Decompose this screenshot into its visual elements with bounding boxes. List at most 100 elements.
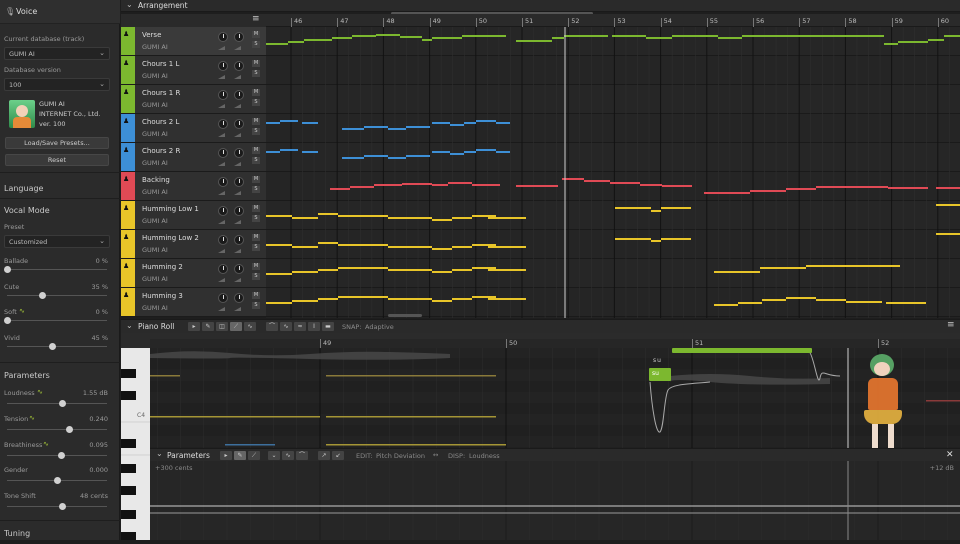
collapse-chevron-icon[interactable]: ⌄: [156, 449, 163, 458]
solo-button[interactable]: S: [252, 70, 260, 77]
pan-knob[interactable]: [234, 32, 244, 42]
line-tool-icon[interactable]: ⟋: [230, 322, 242, 331]
note-block[interactable]: su: [649, 368, 671, 381]
version-select[interactable]: 100 ⌄: [4, 78, 110, 91]
parameter-slider[interactable]: [7, 477, 107, 485]
volume-knob[interactable]: [218, 177, 228, 187]
vocal-mode-slider[interactable]: [7, 342, 107, 350]
note-view-icon[interactable]: ▬: [322, 322, 334, 331]
eraser-tool-icon[interactable]: ◫: [216, 322, 228, 331]
pitch-line-icon[interactable]: ⌒: [266, 322, 278, 331]
mute-button[interactable]: M: [252, 205, 260, 212]
solo-button[interactable]: S: [252, 157, 260, 164]
track-row[interactable]: ♟ Chours 2 L GUMI AI M S: [121, 114, 266, 143]
vocal-mode-slider[interactable]: [4, 317, 107, 324]
track-scrollbar[interactable]: [388, 314, 422, 317]
arrangement-grid[interactable]: [266, 27, 960, 318]
track-row[interactable]: ♟ Humming Low 1 GUMI AI M S: [121, 201, 266, 230]
mute-button[interactable]: M: [252, 147, 260, 154]
edit-value[interactable]: Pitch Deviation: [376, 452, 425, 460]
pan-knob[interactable]: [234, 293, 244, 303]
track-row[interactable]: ♟ Verse GUMI AI M S: [121, 27, 266, 56]
tuning-section[interactable]: Tuning: [4, 529, 30, 538]
track-row[interactable]: ♟ Humming 3 GUMI AI M S: [121, 288, 266, 317]
smooth-icon[interactable]: ⌄: [268, 451, 280, 460]
disp-value[interactable]: Loudness: [469, 452, 500, 460]
vocal-mode-section[interactable]: Vocal Mode: [4, 206, 50, 215]
volume-knob[interactable]: [218, 293, 228, 303]
mute-button[interactable]: M: [252, 31, 260, 38]
volume-knob[interactable]: [218, 32, 228, 42]
snap-value[interactable]: Adaptive: [365, 323, 394, 331]
collapse-chevron-icon[interactable]: ⌄: [126, 321, 133, 330]
db-select[interactable]: GUMI AI ⌄: [4, 47, 110, 60]
track-row[interactable]: ♟ Humming Low 2 GUMI AI M S: [121, 230, 266, 259]
solo-button[interactable]: S: [252, 215, 260, 222]
menu-icon[interactable]: ≡: [947, 320, 955, 330]
parameter-slider[interactable]: [7, 425, 107, 433]
track-row[interactable]: ♟ Chours 1 R GUMI AI M S: [121, 85, 266, 114]
piano-roll-ruler[interactable]: 49 50 51 52: [150, 339, 960, 348]
language-section[interactable]: Language: [4, 184, 43, 193]
volume-knob[interactable]: [218, 264, 228, 274]
pan-knob[interactable]: [234, 61, 244, 71]
volume-knob[interactable]: [218, 61, 228, 71]
preset-select[interactable]: Customized ⌄: [4, 235, 110, 248]
piano-keyboard[interactable]: C4: [121, 348, 150, 540]
solo-button[interactable]: S: [252, 128, 260, 135]
pan-knob[interactable]: [234, 264, 244, 274]
line-tool-icon[interactable]: ⟋: [248, 451, 260, 460]
scale-up-icon[interactable]: ↙: [332, 451, 344, 460]
solo-button[interactable]: S: [252, 186, 260, 193]
swap-icon[interactable]: ↔: [433, 451, 438, 459]
track-row[interactable]: ♟ Backing GUMI AI M S: [121, 172, 266, 201]
mute-button[interactable]: M: [252, 234, 260, 241]
pencil-tool-icon[interactable]: ✎: [234, 451, 246, 460]
selected-note-bar[interactable]: [672, 348, 812, 353]
parameters-section[interactable]: Parameters: [4, 371, 50, 380]
waveform-icon[interactable]: ≈: [294, 322, 306, 331]
volume-knob[interactable]: [218, 206, 228, 216]
mute-button[interactable]: M: [252, 176, 260, 183]
slider-knob[interactable]: [4, 266, 11, 273]
pan-knob[interactable]: [234, 148, 244, 158]
track-row[interactable]: ♟ Humming 2 GUMI AI M S: [121, 259, 266, 288]
collapse-chevron-icon[interactable]: ⌄: [126, 0, 133, 9]
mute-button[interactable]: M: [252, 89, 260, 96]
slider-knob[interactable]: [59, 503, 66, 511]
parameter-slider[interactable]: [7, 451, 107, 459]
volume-knob[interactable]: [218, 148, 228, 158]
parameter-slider[interactable]: [7, 400, 107, 407]
solo-button[interactable]: S: [252, 244, 260, 251]
pointer-tool-icon[interactable]: ▸: [188, 322, 200, 331]
slider-knob[interactable]: [66, 425, 73, 433]
arc-icon[interactable]: ⌒: [296, 451, 308, 460]
slider-knob[interactable]: [4, 317, 11, 324]
pan-knob[interactable]: [234, 177, 244, 187]
pan-knob[interactable]: [234, 235, 244, 245]
load-save-presets-button[interactable]: Load/Save Presets...: [5, 137, 109, 149]
slider-knob[interactable]: [54, 477, 61, 485]
solo-button[interactable]: S: [252, 302, 260, 309]
slider-knob[interactable]: [59, 400, 66, 407]
vocal-mode-slider[interactable]: [4, 266, 107, 273]
mute-button[interactable]: M: [252, 263, 260, 270]
solo-button[interactable]: S: [252, 99, 260, 106]
solo-button[interactable]: S: [252, 273, 260, 280]
mute-button[interactable]: M: [252, 60, 260, 67]
pan-knob[interactable]: [234, 206, 244, 216]
scale-down-icon[interactable]: ↗: [318, 451, 330, 460]
pan-knob[interactable]: [234, 90, 244, 100]
piano-roll-area[interactable]: su su: [150, 348, 960, 448]
pan-knob[interactable]: [234, 119, 244, 129]
track-row[interactable]: ♟ Chours 2 R GUMI AI M S: [121, 143, 266, 172]
mute-button[interactable]: M: [252, 118, 260, 125]
solo-button[interactable]: S: [252, 41, 260, 48]
slider-knob[interactable]: [58, 451, 65, 459]
menu-icon[interactable]: ≡: [252, 14, 260, 24]
slider-knob[interactable]: [49, 342, 56, 350]
curve-tool-icon[interactable]: ∿: [244, 322, 256, 331]
reset-button[interactable]: Reset: [5, 154, 109, 166]
curve-tool-icon[interactable]: ∿: [282, 451, 294, 460]
pencil-tool-icon[interactable]: ✎: [202, 322, 214, 331]
